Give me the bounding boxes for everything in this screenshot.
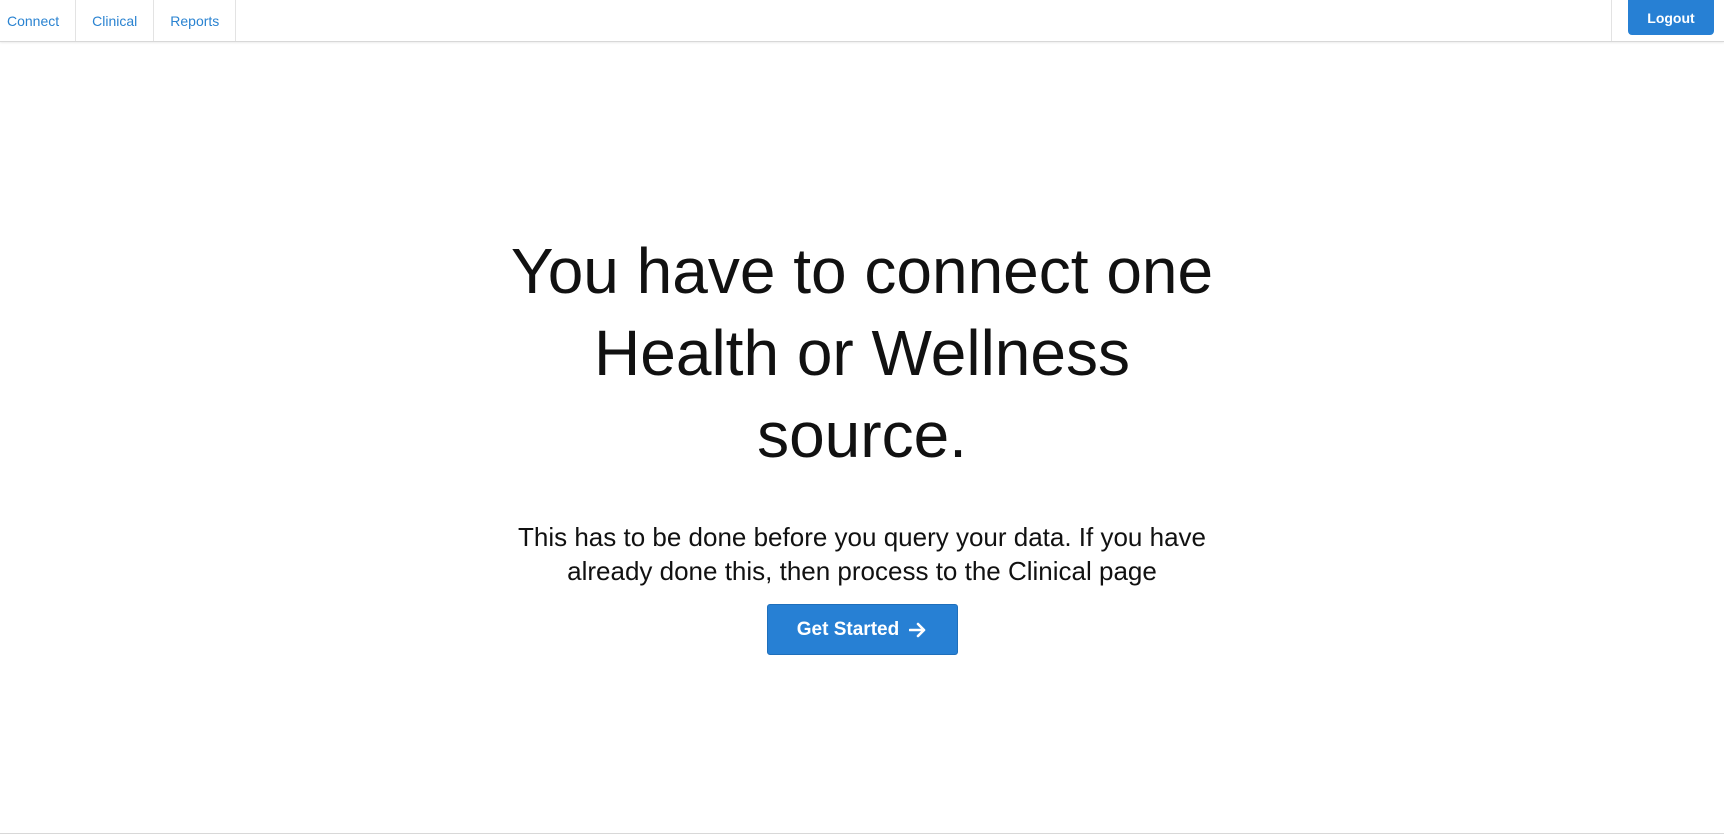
main-nav: Connect Clinical Reports [0, 0, 237, 41]
nav-item-clinical[interactable]: Clinical [76, 0, 155, 41]
nav-item-label: Reports [170, 12, 220, 29]
nav-item-label: Clinical [92, 12, 138, 29]
hero-section: You have to connect one Health or Wellne… [0, 230, 1724, 655]
top-navbar: Connect Clinical Reports Logout [0, 0, 1724, 42]
get-started-label: Get Started [796, 618, 900, 640]
nav-item-connect[interactable]: Connect [0, 0, 77, 41]
hero-title: You have to connect one Health or Wellne… [510, 235, 1214, 471]
get-started-button[interactable]: Get Started [766, 604, 958, 655]
hero-subtitle: This has to be done before you query you… [518, 522, 1206, 586]
footer-divider [0, 833, 1724, 834]
nav-item-label: Connect [7, 12, 60, 29]
nav-item-reports[interactable]: Reports [154, 0, 237, 41]
logout-button[interactable]: Logout [1628, 0, 1714, 35]
arrow-right-icon [909, 622, 927, 638]
navbar-right-area: Logout [1611, 0, 1724, 41]
